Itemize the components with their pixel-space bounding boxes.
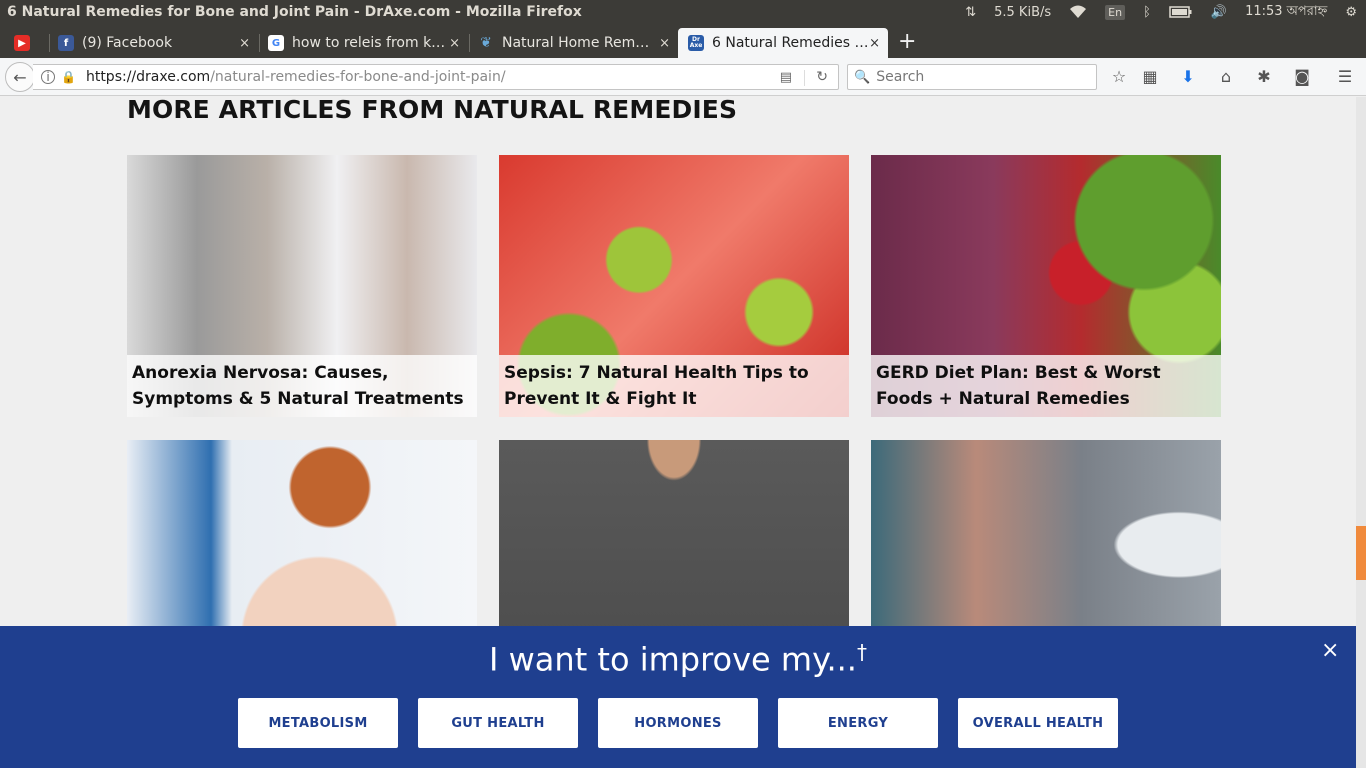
tab-separator (49, 34, 50, 52)
close-icon[interactable]: × (1321, 638, 1339, 663)
tab-label: 6 Natural Remedies … (712, 35, 869, 51)
tab-natural-home-remedies[interactable]: ❦ Natural Home Rem… × (478, 28, 670, 58)
article-card-anorexia[interactable]: Anorexia Nervosa: Causes, Symptoms & 5 N… (127, 155, 477, 417)
hamburger-menu-icon[interactable]: ☰ (1335, 67, 1355, 86)
keyboard-language-indicator[interactable]: En (1105, 4, 1126, 20)
window-title: 6 Natural Remedies for Bone and Joint Pa… (7, 4, 582, 20)
metabolism-button[interactable]: METABOLISM (238, 698, 398, 748)
scrollbar-thumb[interactable] (1356, 526, 1366, 580)
reader-view-icon[interactable]: ▤ (780, 70, 792, 85)
pocket-icon[interactable]: ◙ (1292, 67, 1312, 86)
download-icon[interactable]: ⬇ (1178, 67, 1198, 86)
tab-label: Natural Home Rem… (502, 35, 650, 51)
dagger-mark: † (856, 640, 867, 664)
back-button[interactable]: ← (5, 62, 35, 92)
divider (804, 70, 805, 86)
draxe-icon: Dr Axe (688, 35, 704, 51)
battery-icon[interactable] (1169, 6, 1193, 18)
reading-list-icon[interactable]: ▦ (1140, 67, 1160, 86)
extension-icon[interactable]: ✱ (1254, 67, 1274, 86)
article-title: Anorexia Nervosa: Causes, Symptoms & 5 N… (127, 355, 477, 417)
youtube-icon: ▶ (14, 35, 30, 51)
energy-button[interactable]: ENERGY (778, 698, 938, 748)
lock-icon[interactable]: 🔒 (61, 70, 76, 84)
gut-health-button[interactable]: GUT HEALTH (418, 698, 578, 748)
url-text[interactable]: https://draxe.com/natural-remedies-for-b… (86, 69, 506, 85)
clock[interactable]: 11:53 অপরাহ্ন (1245, 2, 1327, 23)
improve-my-overlay: I want to improve my...† × METABOLISM GU… (0, 626, 1356, 768)
tab-youtube[interactable]: ▶ (14, 28, 50, 58)
home-icon[interactable]: ⌂ (1216, 67, 1236, 86)
tab-label: how to releis from k… (292, 35, 446, 51)
google-icon: G (268, 35, 284, 51)
address-bar[interactable]: i 🔒 https://draxe.com/natural-remedies-f… (33, 64, 839, 90)
wifi-icon[interactable] (1069, 5, 1087, 19)
section-title: MORE ARTICLES FROM NATURAL REMEDIES (127, 97, 738, 124)
tab-separator (259, 34, 260, 52)
article-title: GERD Diet Plan: Best & Worst Foods + Nat… (871, 355, 1221, 417)
url-path: /natural-remedies-for-bone-and-joint-pai… (210, 69, 506, 85)
close-tab-icon[interactable]: × (449, 36, 460, 51)
close-tab-icon[interactable]: × (659, 36, 670, 51)
close-tab-icon[interactable]: × (869, 36, 880, 51)
volume-icon[interactable]: 🔊 (1211, 5, 1227, 20)
search-icon: 🔍 (854, 69, 871, 85)
overlay-prompt: I want to improve my...† (0, 640, 1356, 679)
tab-google-search[interactable]: G how to releis from k… × (268, 28, 460, 58)
search-input[interactable]: 🔍 Search (847, 64, 1097, 90)
tab-strip: ▶ f (9) Facebook × G how to releis from … (0, 24, 1366, 58)
back-arrow-icon: ← (13, 67, 27, 87)
leaf-icon: ❦ (480, 35, 492, 51)
network-speed: 5.5 KiB/s (994, 4, 1052, 20)
new-tab-button[interactable]: + (898, 28, 916, 56)
facebook-icon: f (58, 35, 74, 51)
bookmark-star-icon[interactable]: ☆ (1109, 67, 1129, 86)
bluetooth-icon[interactable]: ᛒ (1143, 5, 1151, 20)
overlay-prompt-text: I want to improve my... (489, 640, 857, 679)
search-placeholder: Search (876, 69, 925, 85)
article-card-gerd[interactable]: GERD Diet Plan: Best & Worst Foods + Nat… (871, 155, 1221, 417)
reload-icon[interactable]: ↻ (816, 69, 828, 85)
navigation-toolbar: ← i 🔒 https://draxe.com/natural-remedies… (0, 58, 1366, 96)
tab-label: (9) Facebook (82, 35, 173, 51)
overall-health-button[interactable]: OVERALL HEALTH (958, 698, 1118, 748)
url-host: https://draxe.com (85, 69, 211, 85)
gear-icon[interactable]: ⚙ (1345, 5, 1357, 20)
close-tab-icon[interactable]: × (239, 36, 250, 51)
info-icon[interactable]: i (41, 70, 55, 84)
hormones-button[interactable]: HORMONES (598, 698, 758, 748)
article-card-sepsis[interactable]: Sepsis: 7 Natural Health Tips to Prevent… (499, 155, 849, 417)
page-scrollbar[interactable] (1356, 97, 1366, 768)
transfer-arrows-icon[interactable]: ⇅ (965, 5, 976, 20)
article-title: Sepsis: 7 Natural Health Tips to Prevent… (499, 355, 849, 417)
tab-facebook[interactable]: f (9) Facebook × (58, 28, 250, 58)
tab-draxe-active[interactable]: Dr Axe 6 Natural Remedies … × (678, 28, 888, 58)
system-tray: ⇅ 5.5 KiB/s En ᛒ 🔊 11:53 অপরাহ্ন ⚙ (956, 0, 1366, 24)
system-top-panel: 6 Natural Remedies for Bone and Joint Pa… (0, 0, 1366, 24)
tab-separator (469, 34, 470, 52)
